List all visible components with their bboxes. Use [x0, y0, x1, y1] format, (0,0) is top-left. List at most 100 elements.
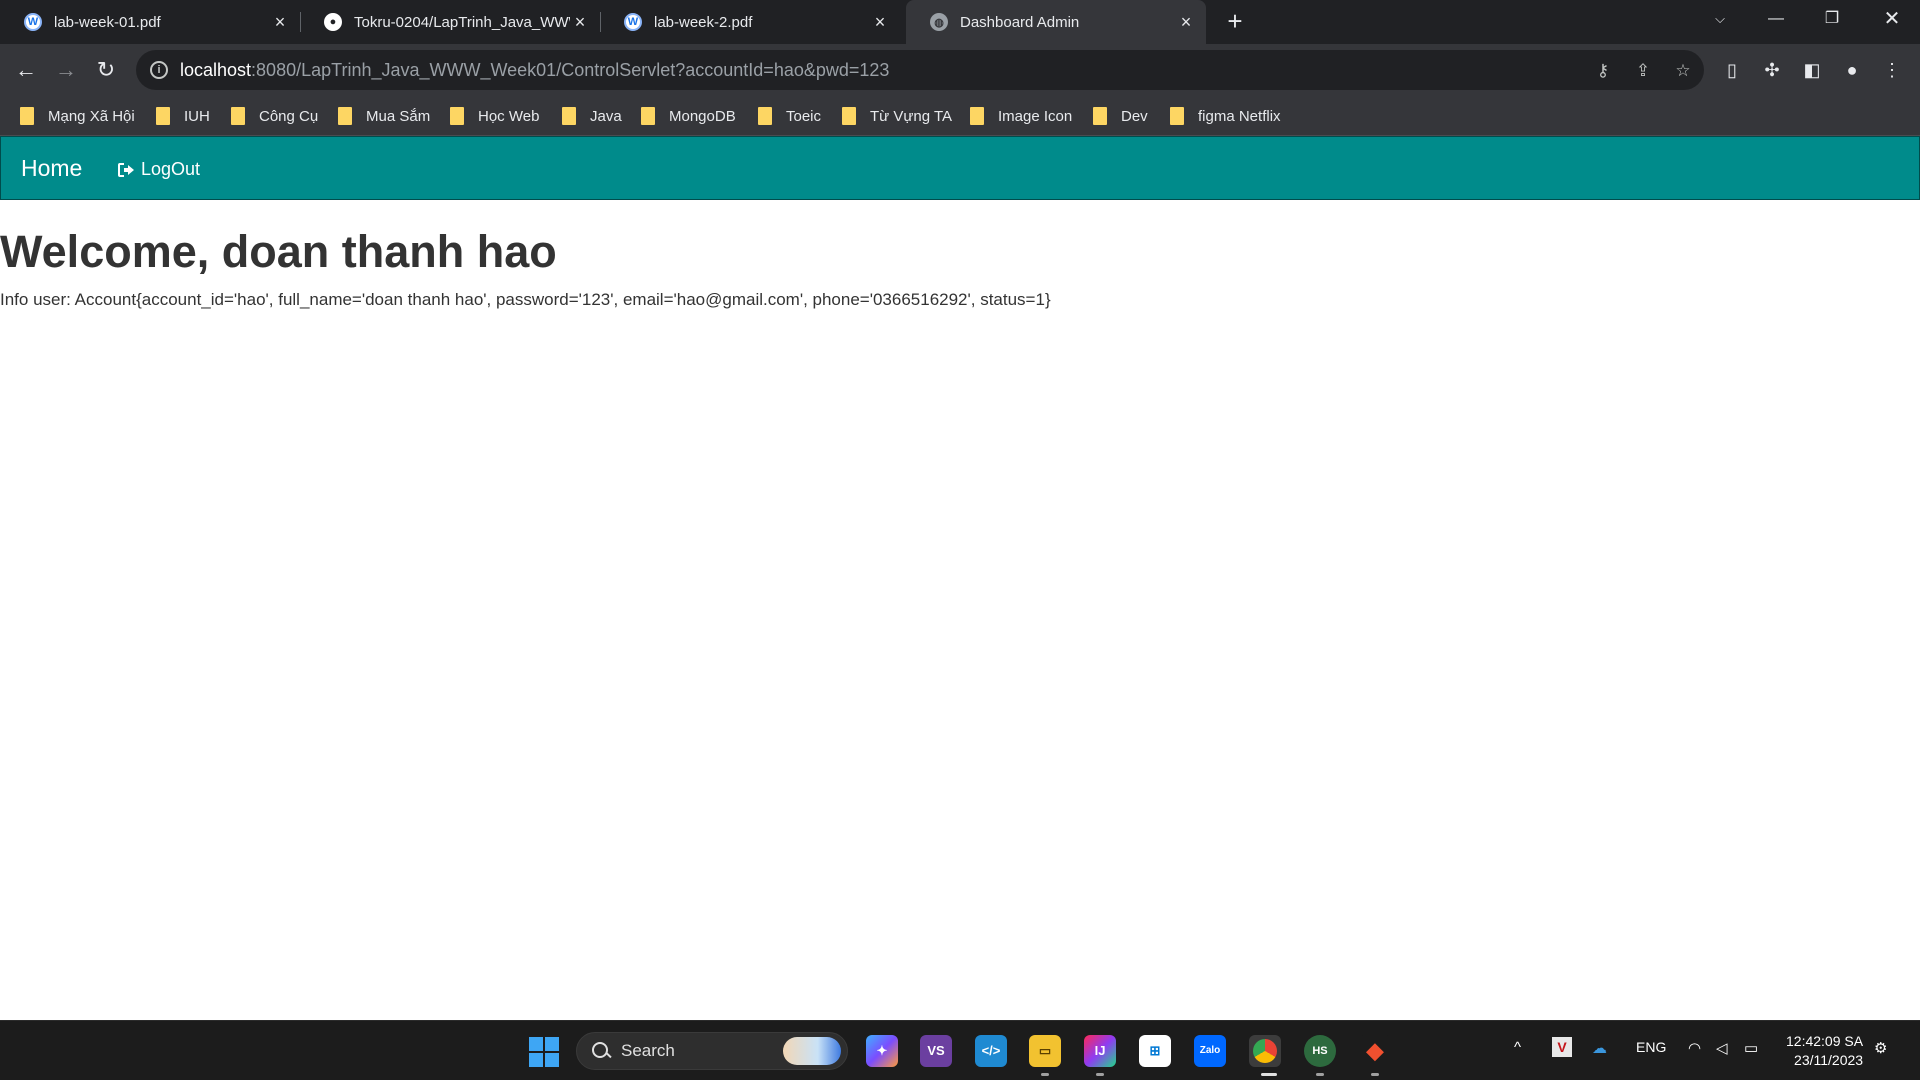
folder-icon: [20, 107, 34, 125]
bookmark-folder[interactable]: Từ Vựng TA: [842, 96, 952, 136]
minimize-button[interactable]: —: [1748, 0, 1804, 40]
start-button[interactable]: [529, 1037, 559, 1067]
bookmarks-bar: Mạng Xã Hội IUH Công Cụ Mua Sắm Học Web …: [0, 96, 1920, 136]
bookmark-folder[interactable]: Java: [562, 96, 622, 136]
bookmark-label: Image Icon: [998, 107, 1073, 125]
tab-lab-week-01[interactable]: W lab-week-01.pdf ×: [0, 0, 300, 44]
address-bar[interactable]: i localhost:8080/LapTrinh_Java_WWW_Week0…: [136, 50, 1704, 90]
folder-icon: [970, 107, 984, 125]
battery-icon[interactable]: ▭: [1744, 1039, 1758, 1057]
bookmark-folder[interactable]: Toeic: [758, 96, 821, 136]
running-indicator: [1041, 1073, 1049, 1076]
hs-app-icon[interactable]: HS: [1304, 1035, 1336, 1067]
github-icon: ●: [324, 13, 342, 31]
tab-title: Dashboard Admin: [960, 13, 1080, 31]
visual-studio-icon[interactable]: VS: [920, 1035, 952, 1067]
wordpress-icon: W: [624, 13, 642, 31]
home-link[interactable]: Home: [21, 155, 82, 182]
browser-toolbar: ← → ↻ i localhost:8080/LapTrinh_Java_WWW…: [0, 44, 1920, 96]
tab-dashboard-admin[interactable]: ◍ Dashboard Admin ×: [906, 0, 1206, 44]
clock-time: 12:42:09 SA: [1786, 1033, 1864, 1049]
bookmark-folder[interactable]: MongoDB: [641, 96, 736, 136]
taskbar-clock[interactable]: 12:42:09 SA 23/11/2023: [1786, 1032, 1863, 1070]
folder-icon: [156, 107, 170, 125]
wifi-icon[interactable]: ◠: [1688, 1039, 1701, 1057]
bookmark-label: figma Netflix: [1198, 107, 1281, 125]
back-button[interactable]: ←: [10, 54, 42, 86]
bookmark-label: Java: [590, 107, 622, 125]
key-icon[interactable]: ⚷: [1592, 60, 1614, 82]
close-icon[interactable]: ×: [870, 12, 890, 32]
profile-icon[interactable]: ●: [1840, 58, 1864, 82]
welcome-heading: Welcome, doan thanh hao: [0, 226, 557, 277]
intellij-icon[interactable]: IJ: [1084, 1035, 1116, 1067]
extensions-icon[interactable]: ✣: [1760, 58, 1784, 82]
file-explorer-icon[interactable]: ▭: [1029, 1035, 1061, 1067]
taskbar-search[interactable]: Search: [576, 1032, 848, 1070]
tab-title: lab-week-01.pdf: [54, 13, 161, 31]
star-icon[interactable]: ☆: [1672, 60, 1694, 82]
bookmark-label: Công Cụ: [259, 107, 319, 125]
folder-icon: [450, 107, 464, 125]
bookmark-folder[interactable]: IUH: [156, 96, 210, 136]
reload-button[interactable]: ↻: [90, 54, 122, 86]
volume-icon[interactable]: ◁: [1716, 1039, 1728, 1057]
bookmark-folder[interactable]: Image Icon: [970, 96, 1072, 136]
search-label: Search: [621, 1041, 675, 1060]
bookmark-folder[interactable]: Mạng Xã Hội: [20, 96, 135, 136]
running-indicator: [1371, 1073, 1379, 1076]
forward-button[interactable]: →: [50, 54, 82, 86]
search-icon: [591, 1041, 611, 1061]
user-info-text: Info user: Account{account_id='hao', ful…: [0, 290, 1051, 309]
zalo-icon[interactable]: Zalo: [1194, 1035, 1226, 1067]
side-panel-icon[interactable]: ◧: [1800, 58, 1824, 82]
share-icon[interactable]: ⇪: [1632, 60, 1654, 82]
close-window-button[interactable]: ✕: [1864, 0, 1920, 40]
vscode-icon[interactable]: </>: [975, 1035, 1007, 1067]
logout-icon: [118, 162, 134, 177]
bookmark-label: Dev: [1121, 107, 1148, 125]
folder-icon: [562, 107, 576, 125]
bookmark-label: Mạng Xã Hội: [48, 107, 135, 125]
tab-search-button[interactable]: ⌵: [1692, 0, 1748, 40]
clock-date: 23/11/2023: [1794, 1052, 1864, 1068]
search-highlight-image: [783, 1037, 841, 1065]
bookmark-label: MongoDB: [669, 107, 736, 125]
tab-github[interactable]: ● Tokru-0204/LapTrinh_Java_WWW ×: [300, 0, 600, 44]
bookmark-folder[interactable]: Học Web: [450, 96, 539, 136]
bookmark-label: Học Web: [478, 107, 540, 125]
running-indicator: [1096, 1073, 1104, 1076]
close-icon[interactable]: ×: [570, 12, 590, 32]
more-menu-icon[interactable]: ⋮: [1880, 58, 1904, 82]
tab-lab-week-2[interactable]: W lab-week-2.pdf ×: [600, 0, 900, 44]
logout-label: LogOut: [141, 159, 201, 179]
bookmark-label: Mua Sắm: [366, 107, 431, 125]
git-gui-icon[interactable]: ◆: [1359, 1035, 1391, 1067]
bookmark-folder[interactable]: figma Netflix: [1170, 96, 1281, 136]
new-tab-button[interactable]: +: [1221, 8, 1249, 36]
bookmark-folder[interactable]: Dev: [1093, 96, 1148, 136]
wordpress-icon: W: [24, 13, 42, 31]
bookmark-label: IUH: [184, 107, 210, 125]
microsoft-store-icon[interactable]: ⊞: [1139, 1035, 1171, 1067]
antivirus-icon[interactable]: V: [1552, 1037, 1572, 1057]
tray-overflow-icon[interactable]: ^: [1514, 1039, 1521, 1056]
logout-link[interactable]: LogOut: [117, 159, 200, 180]
restore-button[interactable]: ❐: [1804, 0, 1860, 40]
url-text[interactable]: localhost:8080/LapTrinh_Java_WWW_Week01/…: [180, 60, 889, 81]
folder-icon: [842, 107, 856, 125]
language-indicator[interactable]: ENG: [1636, 1039, 1666, 1055]
onedrive-icon[interactable]: ☁: [1592, 1039, 1607, 1057]
bookmark-folder[interactable]: Công Cụ: [231, 96, 318, 136]
tab-title: lab-week-2.pdf: [654, 13, 753, 31]
bookmark-folder[interactable]: Mua Sắm: [338, 96, 430, 136]
chrome-icon[interactable]: [1249, 1035, 1281, 1067]
copilot-icon[interactable]: ✦: [866, 1035, 898, 1067]
close-icon[interactable]: ×: [1176, 12, 1196, 32]
close-icon[interactable]: ×: [270, 12, 290, 32]
phone-icon[interactable]: ▯: [1720, 58, 1744, 82]
notification-bell-icon[interactable]: ⚙: [1874, 1039, 1887, 1057]
running-indicator: [1261, 1073, 1277, 1076]
info-icon[interactable]: i: [150, 61, 168, 79]
folder-icon: [641, 107, 655, 125]
